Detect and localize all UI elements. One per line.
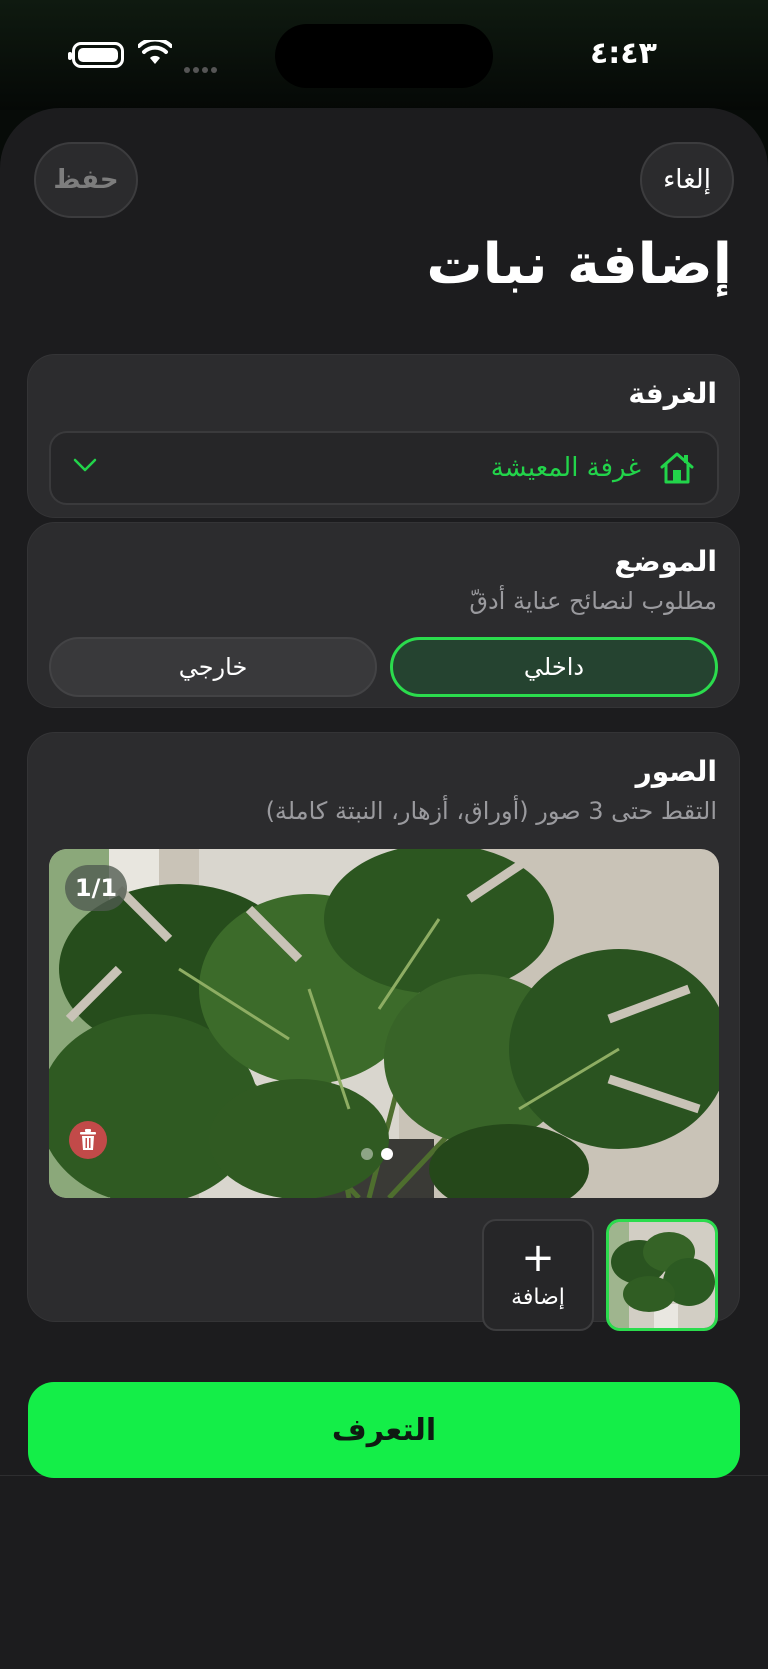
status-bar: ٤:٤٣ [0,0,768,110]
status-time: ٤:٤٣ [590,36,657,71]
plant-photo[interactable]: 1/1 [49,849,719,1198]
cancel-button[interactable]: إلغاء [640,142,734,218]
cellular-signal-icon [184,58,220,77]
room-card: الغرفة غرفة المعيشة [27,354,740,518]
location-section-title: الموضع [614,545,717,578]
page-title: إضافة نبات [426,232,732,297]
wifi-icon [138,40,172,64]
location-subtitle: مطلوب لنصائح عناية أدقّ [469,587,717,615]
room-dropdown[interactable]: غرفة المعيشة [49,431,719,505]
indoor-option[interactable]: داخلي [390,637,718,697]
room-selected-value: غرفة المعيشة [490,453,641,483]
thumbnail-image [609,1222,715,1328]
photo-thumbnail[interactable] [606,1219,718,1331]
room-section-title: الغرفة [628,377,717,410]
pager-dot [361,1148,373,1160]
photos-subtitle: التقط حتى 3 صور (أوراق، أزهار، النبتة كا… [265,797,717,825]
dynamic-island [275,24,493,88]
save-button[interactable]: حفظ [34,142,138,218]
battery-icon [68,42,124,68]
chevron-down-icon [73,458,97,472]
delete-photo-button[interactable] [69,1121,107,1159]
photo-counter: 1/1 [65,865,127,911]
add-photo-label: إضافة [511,1285,565,1310]
outdoor-option[interactable]: خارجي [49,637,377,697]
photo-pager [361,1145,401,1164]
add-photo-button[interactable]: + إضافة [482,1219,594,1331]
photos-card: الصور التقط حتى 3 صور (أوراق، أزهار، الن… [27,732,740,1331]
identify-button[interactable]: التعرف [28,1382,740,1478]
location-card: الموضع مطلوب لنصائح عناية أدقّ داخلي خار… [27,522,740,708]
plus-icon: + [521,1235,555,1281]
pager-dot-active [381,1148,393,1160]
trash-icon [80,1129,96,1150]
home-icon [660,452,694,484]
photos-section-title: الصور [635,755,717,788]
